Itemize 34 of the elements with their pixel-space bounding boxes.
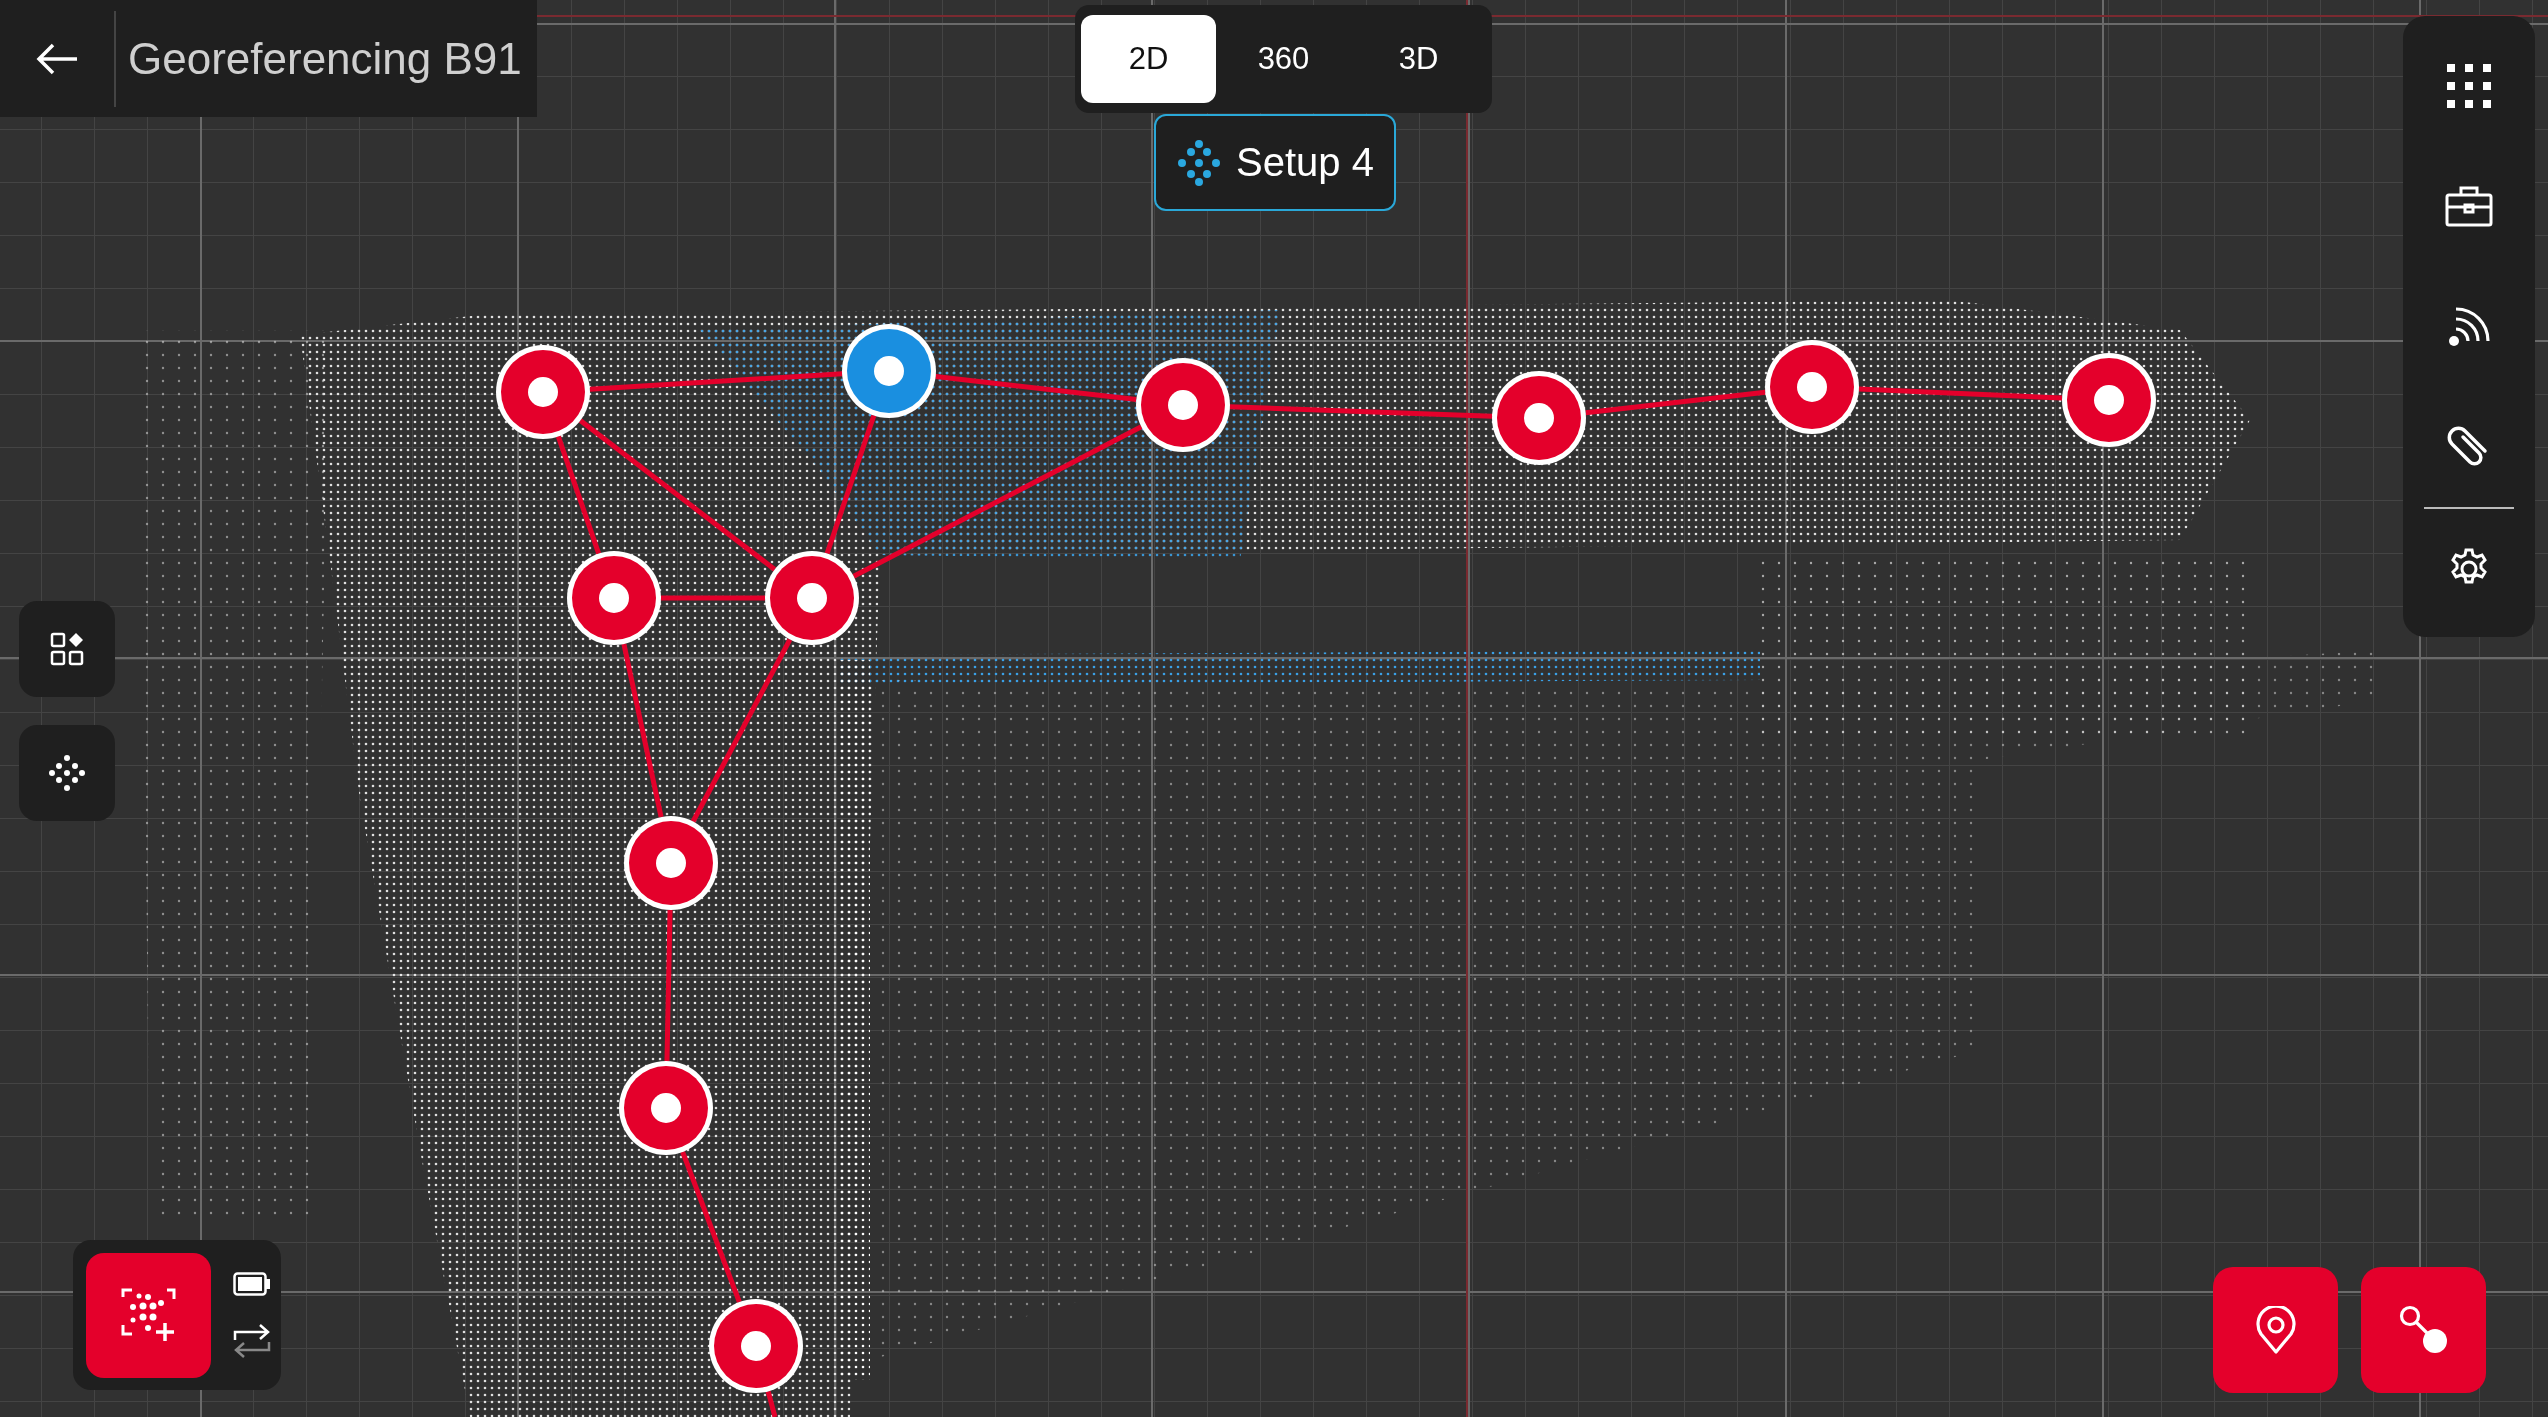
connector-line (765, 1390, 778, 1417)
setup-marker[interactable] (1136, 358, 1230, 452)
view-tab[interactable]: 3D (1351, 15, 1486, 103)
signal-waves-icon (2448, 306, 2490, 347)
view-tab[interactable]: 2D (1081, 15, 1216, 103)
page-title: Georeferencing B91 (128, 33, 522, 84)
setup-marker[interactable] (496, 345, 590, 439)
setup-marker[interactable] (1765, 340, 1859, 434)
setup-marker[interactable] (2062, 353, 2156, 447)
swap-arrows-icon (233, 1324, 271, 1358)
setup-marker[interactable] (567, 551, 661, 645)
grid-dots-icon (2447, 64, 2491, 109)
battery-icon (233, 1272, 271, 1296)
back-arrow-icon (35, 41, 79, 76)
setup-marker[interactable] (619, 1061, 713, 1155)
linked-nodes-icon (2398, 1305, 2449, 1355)
dot-diamond-icon (1176, 139, 1223, 186)
setup-chip[interactable]: Setup 4 (1154, 114, 1396, 211)
location-pin-icon (2255, 1306, 2296, 1354)
layers-button[interactable] (19, 601, 115, 697)
toolbox-icon (2445, 185, 2493, 228)
setup-marker[interactable] (842, 324, 936, 418)
setup-marker[interactable] (709, 1299, 803, 1393)
scan-add-icon (120, 1287, 177, 1343)
setup-marker[interactable] (765, 551, 859, 645)
add-point-button[interactable] (2213, 1267, 2338, 1393)
view-tab[interactable]: 360 (1216, 15, 1351, 103)
dot-diamond-icon (49, 755, 85, 791)
connect-button[interactable] (2361, 1267, 2486, 1393)
setups-button[interactable] (19, 725, 115, 821)
shapes-grid-icon (50, 632, 84, 666)
setup-marker[interactable] (1492, 371, 1586, 465)
setup-marker[interactable] (624, 816, 718, 910)
add-scan-button[interactable] (86, 1252, 211, 1378)
